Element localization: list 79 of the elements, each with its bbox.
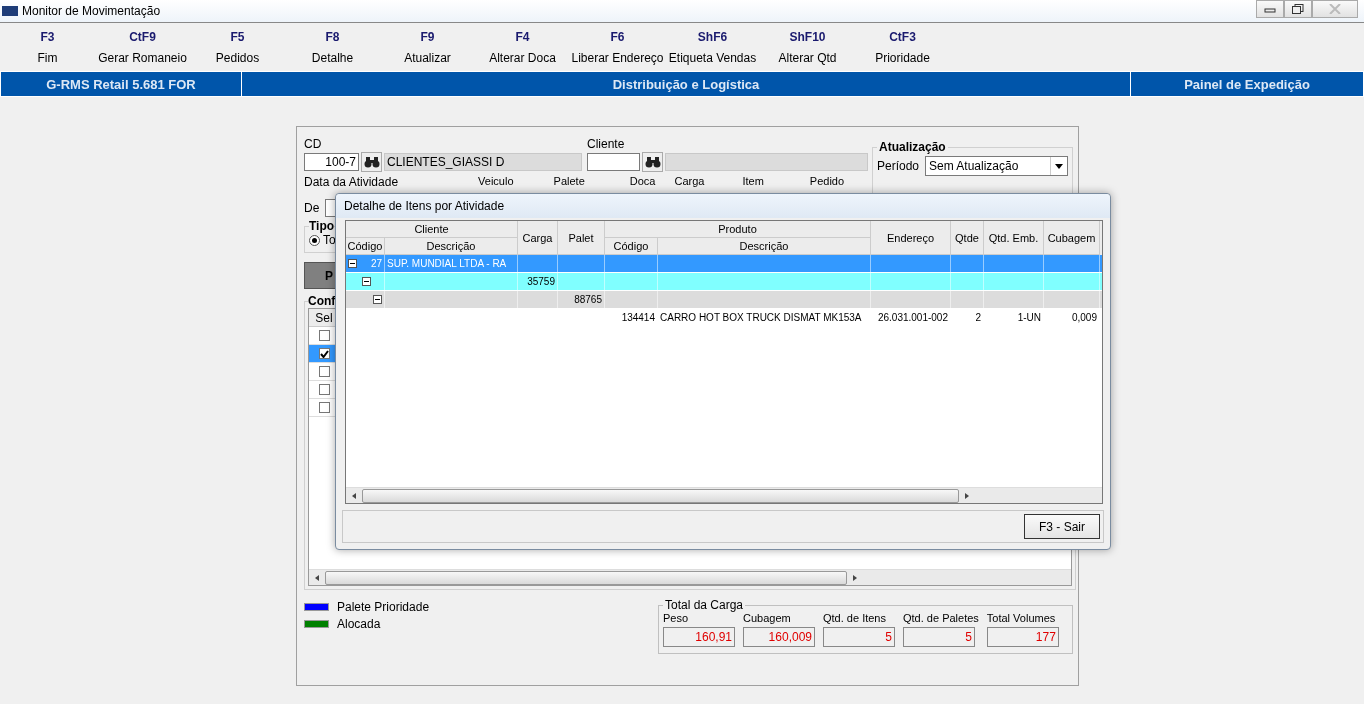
checkbox[interactable] — [318, 366, 330, 377]
table-cell: 1-UN — [984, 309, 1044, 326]
column-header: Cliente — [346, 221, 518, 238]
group-title: Atualização — [877, 140, 947, 154]
tree-row[interactable]: 88765 — [346, 291, 1102, 309]
toolbar-button[interactable]: CtF3 Prioridade — [855, 29, 950, 65]
restore-button[interactable] — [1284, 0, 1312, 18]
table-cell: 88765 — [558, 291, 605, 308]
restore-icon — [1292, 4, 1304, 14]
periodo-dropdown[interactable]: Sem Atualização — [925, 156, 1068, 176]
legend-label: Palete Prioridade — [337, 600, 430, 614]
collapse-icon[interactable] — [348, 259, 357, 268]
cd-field[interactable]: 100-7 — [304, 153, 359, 171]
field-label: Cliente — [587, 137, 626, 151]
total-field: 160,91 — [663, 627, 735, 647]
field-label: Data da Atividade — [304, 175, 399, 189]
toolbar-button[interactable]: CtF9 Gerar Romaneio — [95, 29, 190, 65]
horizontal-scrollbar[interactable] — [346, 487, 1102, 503]
radio-label: To — [323, 233, 336, 247]
field-label: Doca — [629, 175, 656, 189]
group-title: Tipo — [309, 219, 335, 233]
field-label: Qtd. de Itens — [823, 612, 887, 624]
field-label: De — [304, 201, 320, 215]
total-field: 5 — [823, 627, 895, 647]
field-label: Qtd. de Paletes — [903, 612, 979, 624]
binoculars-icon[interactable] — [642, 152, 663, 172]
total-field: 5 — [903, 627, 975, 647]
screen-name: Painel de Expedição — [1183, 75, 1311, 94]
field-label: Período — [876, 159, 919, 173]
dialog-title: Detalhe de Itens por Atividade — [336, 194, 1110, 218]
toolbar-button[interactable]: F5 Pedidos — [190, 29, 285, 65]
group-title: Conf — [308, 294, 336, 308]
module-name: Distribuição e Logística — [242, 72, 1131, 96]
toolbar-button[interactable]: F4 Alterar Doca — [475, 29, 570, 65]
table-cell: 26.031.001-002 — [871, 309, 951, 326]
checkbox[interactable] — [318, 330, 330, 341]
table-cell: CARRO HOT BOX TRUCK DISMAT MK153A — [658, 309, 871, 326]
product-name: G-RMS Retail 5.681 FOR — [1, 72, 242, 96]
total-field: 160,009 — [743, 627, 815, 647]
cliente-field[interactable] — [587, 153, 640, 171]
field-label: Carga — [674, 175, 705, 189]
field-label: Pedido — [809, 175, 845, 189]
close-icon — [1329, 4, 1341, 14]
toolbar-button[interactable]: F9 Atualizar — [380, 29, 475, 65]
toolbar-button[interactable]: ShF6 Etiqueta Vendas — [665, 29, 760, 65]
field-label: Peso — [663, 612, 690, 624]
field-label: Palete — [553, 175, 585, 189]
app-logo-icon — [2, 6, 18, 16]
checkbox[interactable] — [318, 402, 330, 413]
checkbox[interactable] — [318, 348, 330, 359]
table-cell: 2 — [951, 309, 984, 326]
field-label: CD — [304, 137, 323, 151]
field-label: Item — [742, 175, 764, 189]
total-field: 177 — [986, 627, 1059, 647]
field-label: Cubagem — [743, 612, 792, 624]
tree-row[interactable]: 35759 — [346, 273, 1102, 291]
toolbar-button[interactable]: F3 Fim — [0, 29, 95, 65]
toolbar-button[interactable]: ShF10 Alterar Qtd — [760, 29, 855, 65]
legend-label: Alocada — [337, 617, 381, 631]
table-cell: 35759 — [518, 273, 558, 290]
exit-button[interactable]: F3 - Sair — [1024, 514, 1100, 539]
binoculars-icon[interactable] — [361, 152, 382, 172]
collapse-icon[interactable] — [362, 277, 371, 286]
horizontal-scrollbar[interactable] — [309, 569, 1071, 585]
field-label: Total Volumes — [986, 612, 1057, 624]
table-cell: SUP. MUNDIAL LTDA - RA — [385, 255, 518, 272]
checkbox[interactable] — [318, 384, 330, 395]
toolbar-button[interactable]: F8 Detalhe — [285, 29, 380, 65]
table-cell: 134414 — [605, 309, 658, 326]
field-label: Veiculo — [478, 175, 514, 189]
window-title: Monitor de Movimentação — [22, 4, 161, 18]
radio-button[interactable] — [309, 234, 320, 246]
cd-name-field: CLIENTES_GIASSI D — [384, 153, 582, 171]
group-title: Total da Carga — [664, 598, 745, 612]
column-header: Produto — [605, 221, 871, 238]
collapse-icon[interactable] — [373, 295, 382, 304]
toolbar-button[interactable]: F6 Liberar Endereço — [570, 29, 665, 65]
table-cell: 0,009 — [1044, 309, 1100, 326]
table-cell: 27 — [346, 255, 385, 272]
